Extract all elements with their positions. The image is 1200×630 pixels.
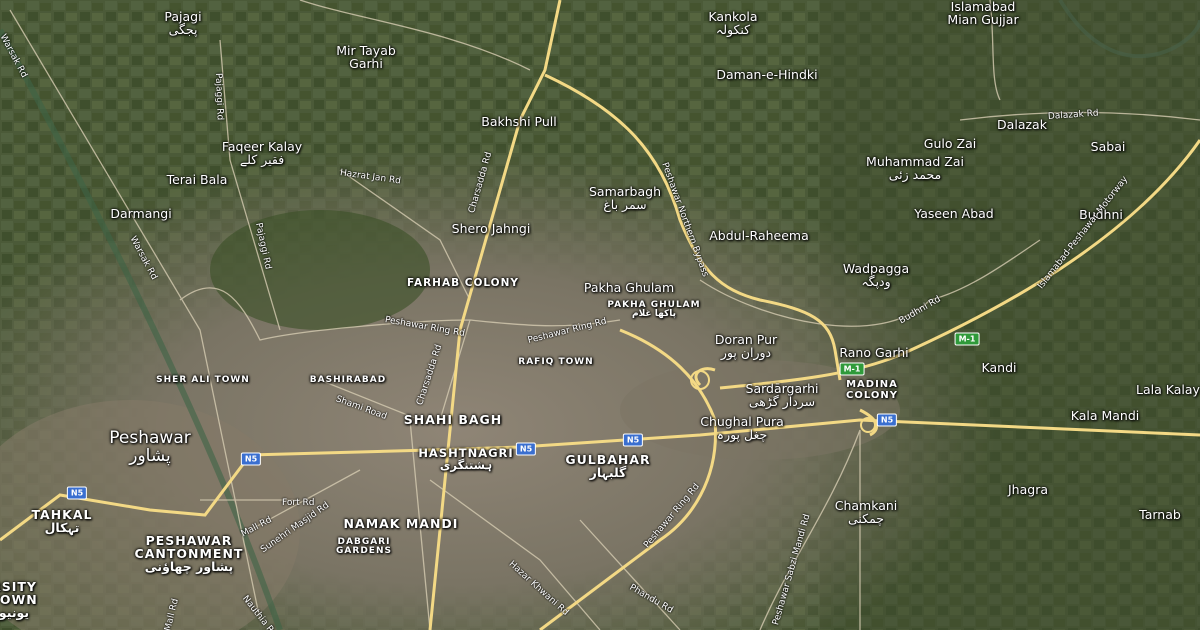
place-tarnab[interactable]: Tarnab xyxy=(1139,508,1181,521)
place-abdul-raheema[interactable]: Abdul-Raheema xyxy=(709,229,809,242)
n5-shield: N5 xyxy=(66,486,88,500)
area-farhab-colony[interactable]: FARHAB COLONY xyxy=(407,277,519,289)
area-bashirabad[interactable]: BASHIRABAD xyxy=(310,375,386,385)
place-jhagra[interactable]: Jhagra xyxy=(1008,483,1048,496)
green-patch xyxy=(210,210,430,330)
m1-shield: M-1 xyxy=(839,362,865,376)
area-university-town[interactable]: RSITY TOWNیونیو xyxy=(0,580,38,620)
place-pajagi[interactable]: Pajagi پجگی xyxy=(164,10,201,36)
place-sardargarhi[interactable]: Sardārgarhi سردار گڑھی xyxy=(746,382,819,408)
place-rano-garhi[interactable]: Rano Garhi xyxy=(839,346,908,359)
place-daman-e-hindki[interactable]: Daman-e-Hindki xyxy=(716,68,817,81)
area-madina-colony[interactable]: MADINA COLONY xyxy=(846,379,898,401)
place-yaseen-abad[interactable]: Yaseen Abad xyxy=(914,207,993,220)
area-sher-ali-town[interactable]: SHER ALI TOWN xyxy=(156,375,250,385)
place-chamkani[interactable]: Chamkani چمکنی xyxy=(835,499,898,525)
place-kandi[interactable]: Kandi xyxy=(982,361,1017,374)
area-hashtnagri[interactable]: HASHTNAGRI ہشتنگری xyxy=(418,447,513,471)
road-label-pajaggi-rd-top: Pajaggi Rd xyxy=(213,72,225,121)
place-wadpagga[interactable]: Wadpagga ودپگہ xyxy=(843,262,909,288)
place-gulo-zai[interactable]: Gulo Zai xyxy=(924,137,976,150)
place-dalazak[interactable]: Dalazak xyxy=(997,118,1047,131)
place-pakha-ghulam[interactable]: Pakha Ghulam xyxy=(584,281,674,294)
area-rafiq-town[interactable]: RAFIQ TOWN xyxy=(518,357,593,367)
place-doran-pur[interactable]: Doran Pur دوران پور xyxy=(715,333,777,359)
place-samarbagh[interactable]: Samarbagh سمر باغ xyxy=(589,185,661,211)
area-tahkal[interactable]: TAHKAL تہکال xyxy=(31,508,92,534)
n5-shield: N5 xyxy=(876,413,898,427)
n5-shield: N5 xyxy=(240,452,262,466)
area-namak-mandi[interactable]: NAMAK MANDI xyxy=(344,517,459,530)
area-gulbahar[interactable]: GULBAHAR گلبہار xyxy=(565,453,650,479)
n5-shield: N5 xyxy=(515,442,537,456)
place-sabai[interactable]: Sabai xyxy=(1091,140,1126,153)
place-bakhshi-pull[interactable]: Bakhshi Pull xyxy=(481,115,556,128)
place-islamabad-mian-gujjar[interactable]: Islamabad Mian Gujjar xyxy=(947,0,1018,26)
place-muhammad-zai[interactable]: Muhammad Zai محمد زئی xyxy=(866,155,964,181)
n5-shield: N5 xyxy=(622,433,644,447)
m1-shield: M-1 xyxy=(954,332,980,346)
place-faqeer-kalay[interactable]: Faqeer Kalay فقیر کلے xyxy=(222,140,302,166)
place-lala-kalay[interactable]: Lala Kalay xyxy=(1136,383,1200,396)
satellite-map[interactable]: Pajagi پجگی Mir Tayab Garhi Kankola کنکولہ… xyxy=(0,0,1200,630)
place-mir-tayab-garhi[interactable]: Mir Tayab Garhi xyxy=(336,44,396,70)
place-shero-jahngi[interactable]: Shero Jahngi xyxy=(452,222,531,235)
area-shahi-bagh[interactable]: SHAHI BAGH xyxy=(404,413,503,426)
area-pakha-ghulam[interactable]: PAKHA GHULAM پاکھا غلام xyxy=(607,300,700,320)
place-kankola[interactable]: Kankola کنکولہ xyxy=(708,10,757,36)
place-peshawar[interactable]: Peshawar پشاور xyxy=(109,429,190,466)
place-terai-bala[interactable]: Terai Bala xyxy=(167,173,228,186)
road-label-fort-rd: Fort Rd xyxy=(282,498,315,508)
place-chughal-pura[interactable]: Chughal Pura چغل پورہ xyxy=(700,415,784,441)
place-kala-mandi[interactable]: Kala Mandi xyxy=(1071,409,1140,422)
area-peshawar-cantonment[interactable]: PESHAWAR CANTONMENT پشاور چھاؤنی xyxy=(135,534,244,574)
area-dabgari-gardens[interactable]: DABGARI GARDENS xyxy=(336,537,392,557)
place-darmangi[interactable]: Darmangi xyxy=(110,207,171,220)
